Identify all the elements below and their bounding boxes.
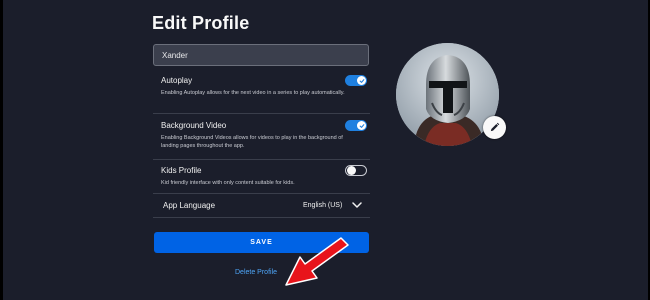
check-icon: [357, 121, 366, 130]
delete-profile-link[interactable]: Delete Profile: [235, 269, 277, 276]
annotation-arrow-icon: [285, 237, 349, 286]
kids-profile-toggle[interactable]: [345, 165, 367, 176]
setting-kids-profile-description: Kid friendly interface with only content…: [161, 180, 295, 186]
background-video-toggle[interactable]: [345, 120, 367, 131]
setting-kids-profile-label: Kids Profile: [161, 166, 202, 175]
autoplay-toggle[interactable]: [345, 75, 367, 86]
divider: [153, 159, 370, 160]
app-language-select[interactable]: App Language English (US): [161, 199, 369, 213]
profile-name-input[interactable]: [153, 44, 369, 66]
setting-autoplay: Autoplay Enabling Autoplay allows for th…: [161, 76, 371, 98]
setting-background-video-description: Enabling Background Videos allows for vi…: [161, 135, 343, 149]
setting-kids-profile: Kids Profile Kid friendly interface with…: [161, 166, 371, 188]
app-language-label: App Language: [163, 201, 216, 210]
edit-avatar-button[interactable]: [483, 116, 506, 139]
app-language-value: English (US): [303, 202, 343, 209]
page-title: Edit Profile: [152, 13, 250, 33]
divider: [153, 193, 370, 194]
setting-background-video: Background Video Enabling Background Vid…: [161, 121, 371, 150]
edit-profile-screen: Edit Profile Autoplay Enabling Autoplay …: [3, 0, 648, 300]
pencil-icon: [490, 122, 500, 132]
setting-background-video-label: Background Video: [161, 121, 227, 130]
setting-autoplay-description: Enabling Autoplay allows for the next vi…: [161, 90, 345, 96]
check-icon: [357, 76, 366, 85]
chevron-down-icon: [352, 202, 362, 208]
divider: [153, 113, 370, 114]
divider: [153, 217, 370, 218]
toggle-knob: [347, 166, 356, 175]
setting-autoplay-label: Autoplay: [161, 76, 193, 85]
